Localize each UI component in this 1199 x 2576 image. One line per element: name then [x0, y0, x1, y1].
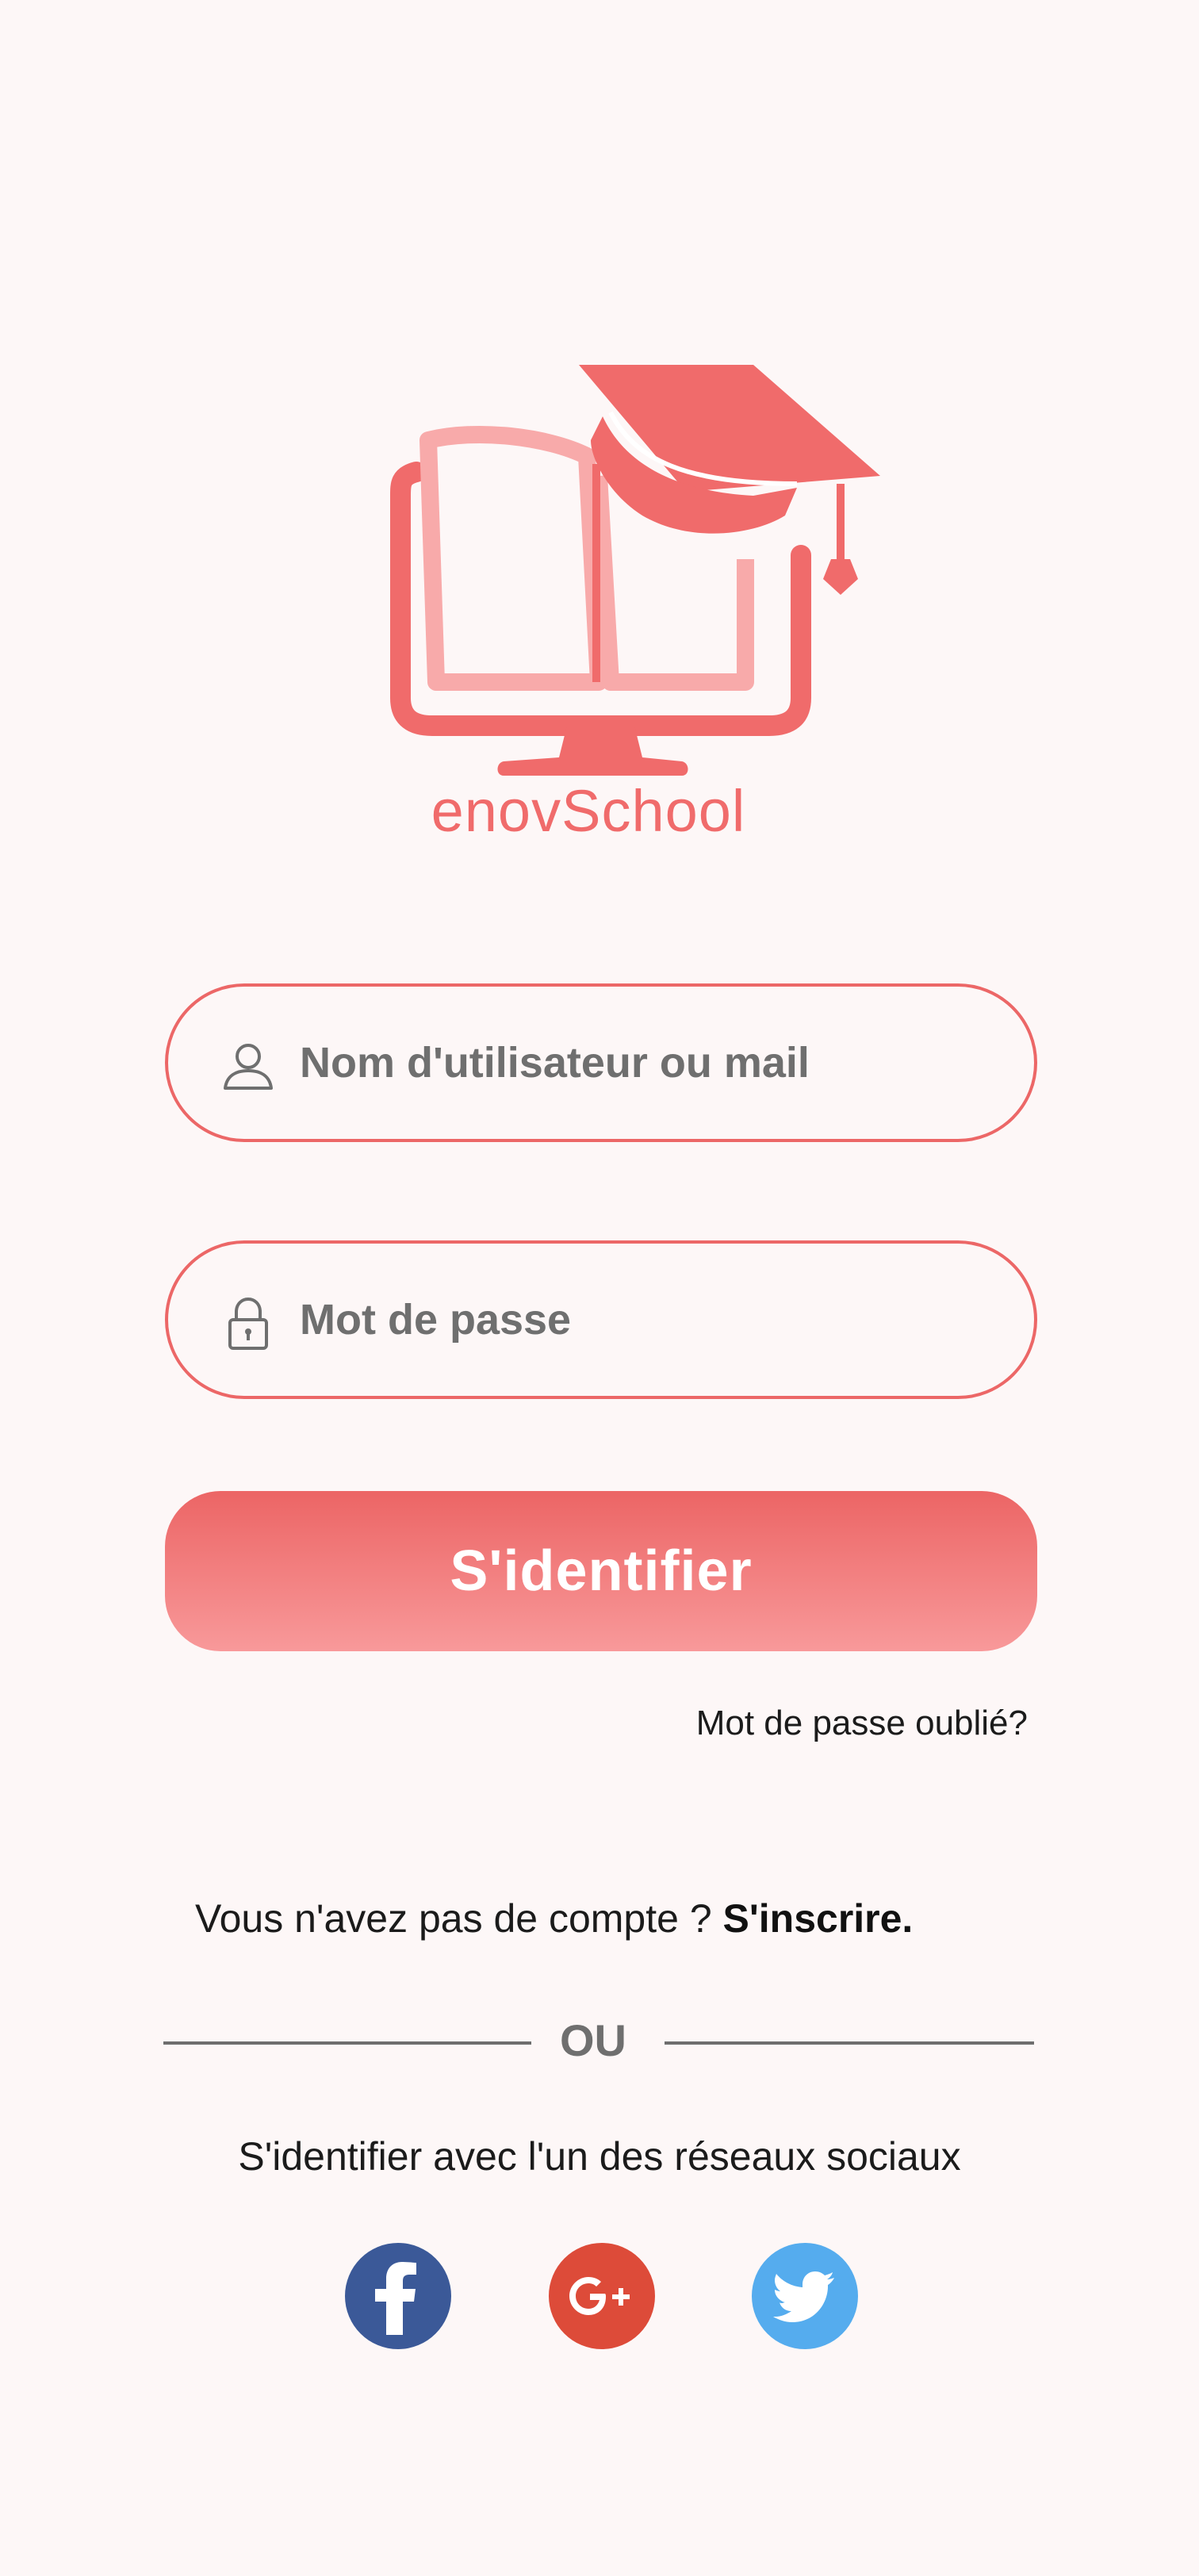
google-plus-login-button[interactable] [549, 2243, 655, 2349]
google-plus-icon [569, 2277, 630, 2315]
login-button[interactable]: S'identifier [165, 1491, 1037, 1651]
divider-label: OU [560, 2015, 626, 2065]
username-field[interactable] [165, 983, 1037, 1142]
enovschool-logo [390, 365, 880, 776]
username-input[interactable] [300, 1018, 998, 1107]
password-field[interactable] [165, 1240, 1037, 1399]
signup-prompt: Vous n'avez pas de compte ? [195, 1896, 723, 1941]
brand-name: enovSchool [0, 777, 1199, 845]
social-login-caption: S'identifier avec l'un des réseaux socia… [238, 2134, 961, 2179]
password-input[interactable] [300, 1275, 998, 1364]
twitter-login-button[interactable] [752, 2243, 858, 2349]
facebook-icon [375, 2262, 416, 2335]
lock-icon [228, 1297, 268, 1350]
user-icon [224, 1044, 273, 1090]
facebook-login-button[interactable] [345, 2243, 451, 2349]
brand-name-text: enovSchool [431, 778, 746, 844]
book-left-page [419, 425, 607, 691]
forgot-password-link[interactable]: Mot de passe oublié? [696, 1704, 1028, 1743]
divider-line-right [665, 2041, 1034, 2045]
signup-link[interactable]: S'inscrire. [723, 1896, 914, 1941]
twitter-icon [773, 2271, 834, 2322]
signup-row: Vous n'avez pas de compte ? S'inscrire. [195, 1896, 913, 1942]
